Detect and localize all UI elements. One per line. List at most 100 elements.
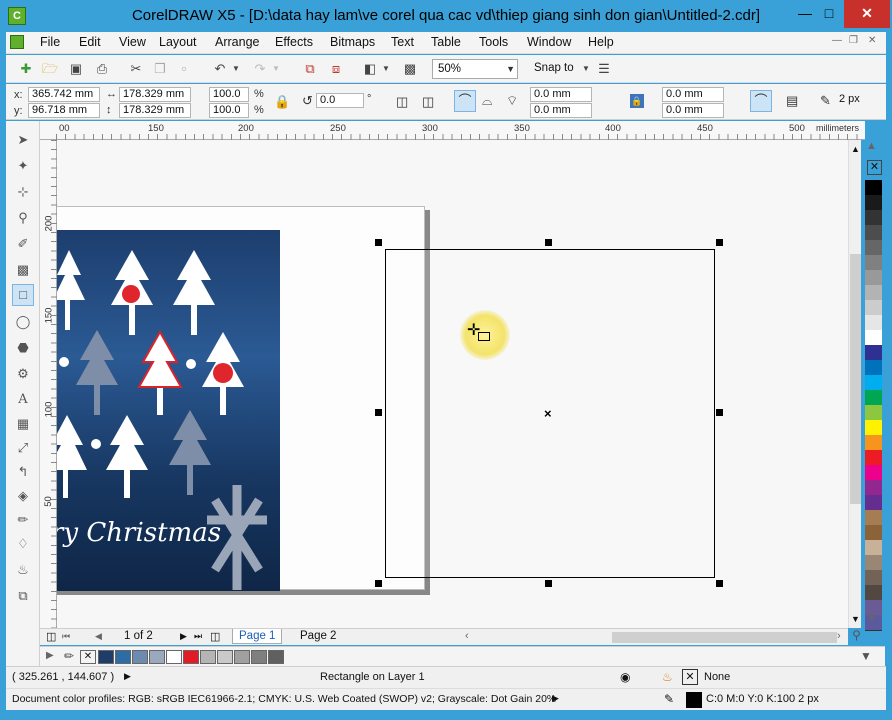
color-swatch[interactable] — [865, 480, 882, 496]
dimension-tool-icon[interactable]: ⤢ — [14, 439, 32, 457]
document-color-swatch[interactable] — [149, 650, 165, 664]
horizontal-scroll-thumb[interactable] — [612, 632, 837, 643]
copy-icon[interactable]: ❐ — [152, 61, 168, 77]
color-swatch[interactable] — [865, 375, 882, 391]
outline-color-swatch[interactable] — [686, 692, 702, 708]
snap-to-button[interactable]: Snap to — [534, 62, 574, 74]
tab-page-2[interactable]: Page 2 — [294, 630, 342, 642]
doc-restore-icon[interactable]: ❐ — [849, 35, 858, 46]
document-color-swatch[interactable] — [217, 650, 233, 664]
color-swatch[interactable] — [865, 555, 882, 571]
color-swatch[interactable] — [865, 225, 882, 241]
add-page-icon[interactable]: ◫ — [46, 630, 56, 643]
color-swatch[interactable] — [865, 420, 882, 436]
document-color-swatch[interactable] — [200, 650, 216, 664]
first-page-icon[interactable]: ⏮ — [62, 631, 70, 642]
print-icon[interactable]: ⎙ — [94, 61, 110, 77]
import-icon[interactable]: ⧉ — [302, 61, 318, 77]
scale-x-field[interactable]: 100.0 — [209, 87, 249, 102]
palette-scroll-up-icon[interactable]: ▲ — [866, 140, 877, 152]
y-position-field[interactable]: 96.718 mm — [28, 103, 100, 118]
publish-dropdown-icon[interactable]: ▼ — [378, 61, 394, 77]
eyedropper-icon[interactable]: ✏ — [64, 649, 74, 663]
color-swatch[interactable] — [865, 180, 882, 196]
export-icon[interactable]: ⧈ — [328, 61, 344, 77]
horizontal-scrollbar[interactable]: ‹ › — [460, 628, 848, 645]
scroll-up-icon[interactable]: ▲ — [851, 144, 860, 154]
save-icon[interactable]: ▣ — [68, 61, 84, 77]
ellipse-tool-icon[interactable]: ◯ — [14, 313, 32, 331]
rectangle-tool-icon[interactable]: □ — [12, 284, 34, 306]
color-swatch[interactable] — [865, 390, 882, 406]
document-color-swatch[interactable] — [183, 650, 199, 664]
color-swatch[interactable] — [865, 510, 882, 526]
redo-dropdown-icon[interactable]: ▼ — [268, 61, 284, 77]
menu-help[interactable]: Help — [588, 35, 614, 49]
selection-handle[interactable] — [375, 580, 382, 587]
undo-dropdown-icon[interactable]: ▼ — [228, 61, 244, 77]
color-swatch[interactable] — [865, 210, 882, 226]
color-swatch[interactable] — [865, 570, 882, 586]
outline-width-field[interactable]: 2 px — [836, 93, 882, 108]
color-swatch[interactable] — [865, 360, 882, 376]
text-tool-icon[interactable]: A — [14, 391, 32, 409]
corner-lock-icon[interactable]: 🔒 — [630, 94, 644, 108]
christmas-card-artwork[interactable]: ry Christmas — [57, 230, 280, 591]
previous-page-icon[interactable]: ◀ — [95, 631, 102, 642]
color-swatch[interactable] — [865, 585, 882, 601]
corner-top-right-field[interactable]: 0.0 mm — [662, 87, 724, 102]
table-tool-icon[interactable]: ▦ — [14, 415, 32, 433]
zoom-combo[interactable]: 50% ▼ — [432, 59, 518, 79]
connector-tool-icon[interactable]: ↰ — [14, 463, 32, 481]
no-color-swatch[interactable]: ✕ — [867, 160, 882, 175]
color-swatch[interactable] — [865, 450, 882, 466]
horizontal-ruler[interactable]: 00 150 200 250 300 350 400 450 500 milli… — [56, 121, 865, 140]
menu-arrange[interactable]: Arrange — [215, 35, 259, 49]
status-expand-icon[interactable]: ▶ — [124, 671, 131, 682]
navigator-zoom-icon[interactable]: ⚲ — [848, 628, 865, 645]
selection-handle[interactable] — [716, 409, 723, 416]
interactive-fill-icon[interactable]: ⧉ — [14, 587, 32, 605]
width-field[interactable]: 178.329 mm — [119, 87, 191, 102]
ruler-origin[interactable] — [40, 121, 57, 140]
menu-text[interactable]: Text — [391, 35, 414, 49]
next-page-icon[interactable]: ▶ — [180, 631, 187, 642]
tab-page-1[interactable]: Page 1 — [232, 629, 283, 644]
fill-tool-icon[interactable]: ♨ — [14, 561, 32, 579]
scalloped-corner-icon[interactable]: ⌓ — [482, 93, 492, 109]
doc-close-icon[interactable]: ✕ — [868, 35, 876, 46]
rotation-field[interactable]: 0.0 — [316, 93, 364, 108]
maximize-button[interactable]: □ — [814, 0, 844, 28]
document-color-swatch[interactable] — [268, 650, 284, 664]
selection-handle[interactable] — [716, 239, 723, 246]
document-color-swatch[interactable] — [234, 650, 250, 664]
document-color-swatch[interactable] — [115, 650, 131, 664]
fill-none-icon[interactable]: ✕ — [682, 669, 698, 685]
add-page-after-icon[interactable]: ◫ — [210, 630, 220, 643]
vertical-scrollbar[interactable]: ▲ ▼ — [848, 140, 861, 628]
cut-icon[interactable]: ✂ — [128, 61, 144, 77]
zoom-tool-icon[interactable]: ⚲ — [14, 209, 32, 227]
document-color-swatch[interactable] — [166, 650, 182, 664]
chamfered-corner-icon[interactable]: ⌔ — [506, 93, 518, 109]
freehand-tool-icon[interactable]: ✐ — [14, 235, 32, 253]
scroll-left-icon[interactable]: ‹ — [465, 630, 469, 642]
shape-tool-icon[interactable]: ✦ — [14, 157, 32, 175]
new-document-icon[interactable]: ✚ — [18, 61, 34, 77]
menu-edit[interactable]: Edit — [79, 35, 101, 49]
color-swatch[interactable] — [865, 285, 882, 301]
mirror-horizontal-icon[interactable]: ◫ — [396, 94, 408, 110]
color-swatch[interactable] — [865, 540, 882, 556]
wrap-text-icon[interactable]: ▤ — [786, 93, 798, 109]
corner-top-left-field[interactable]: 0.0 mm — [530, 87, 592, 102]
crop-tool-icon[interactable]: ⊹ — [14, 183, 32, 201]
polygon-tool-icon[interactable]: ⬣ — [14, 339, 32, 357]
close-button[interactable]: ✕ — [844, 0, 890, 28]
menu-tools[interactable]: Tools — [479, 35, 508, 49]
color-swatch[interactable] — [865, 525, 882, 541]
scale-y-field[interactable]: 100.0 — [209, 103, 249, 118]
blend-tool-icon[interactable]: ◈ — [14, 487, 32, 505]
outline-tool-icon[interactable]: ♢ — [14, 535, 32, 553]
color-swatch[interactable] — [865, 300, 882, 316]
basic-shapes-icon[interactable]: ⚙ — [14, 365, 32, 383]
